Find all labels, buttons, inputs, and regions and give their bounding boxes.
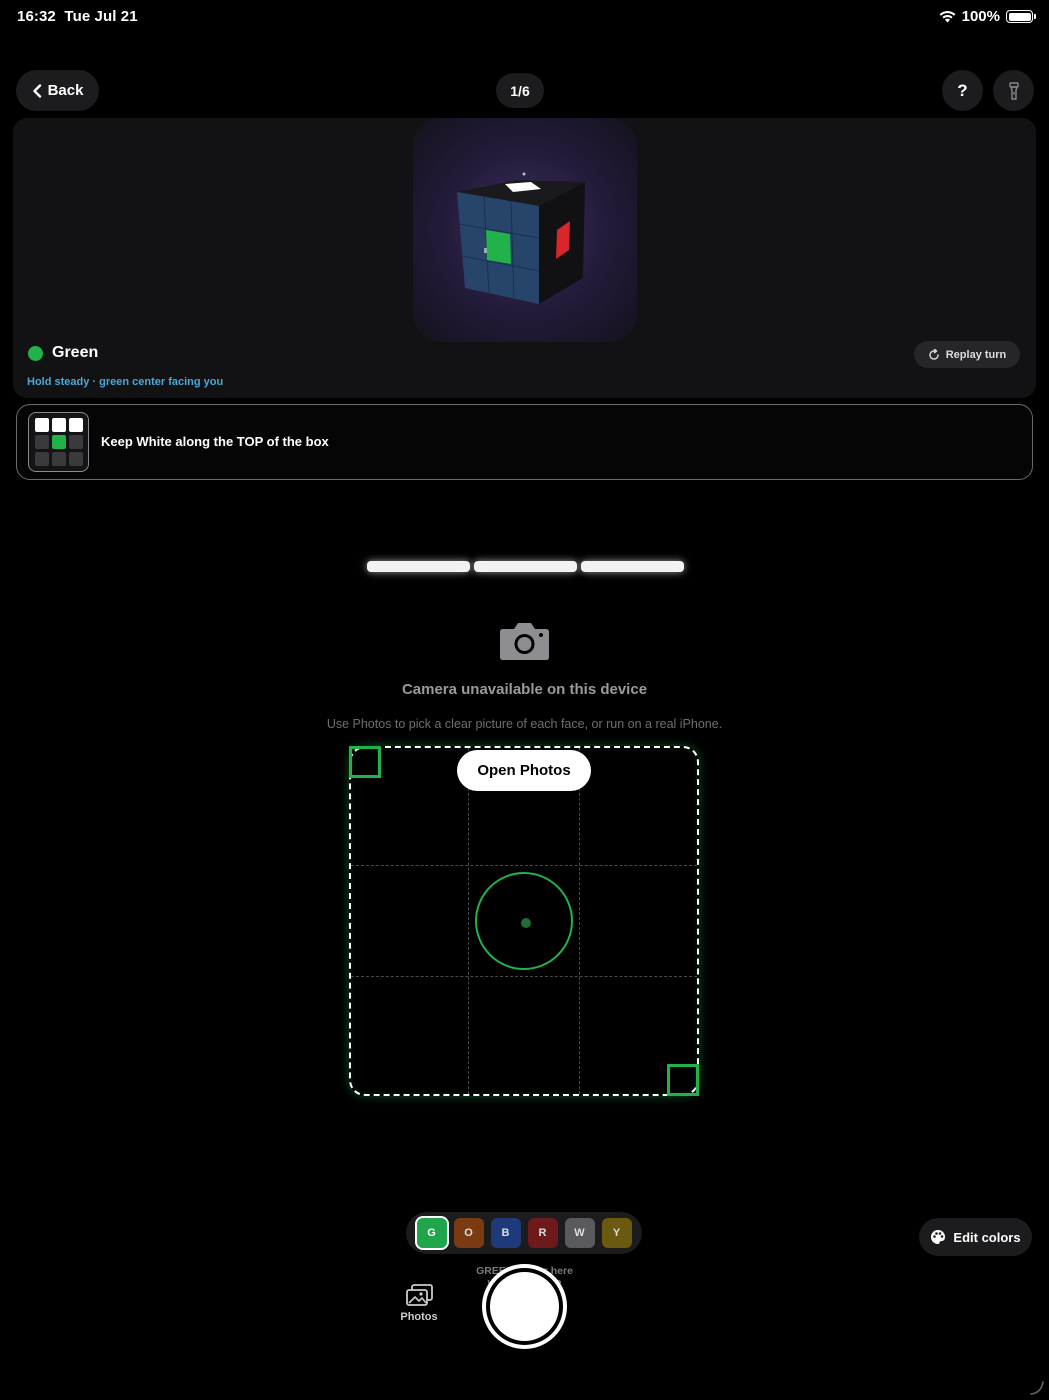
tip-text: Keep White along the TOP of the box [101, 434, 329, 449]
progress-segment [367, 561, 470, 572]
shutter-inner [490, 1272, 559, 1341]
face-color-dot [28, 345, 43, 361]
scan-progress [367, 561, 684, 572]
battery-icon [1006, 10, 1036, 23]
resize-corner-icon [1030, 1381, 1044, 1395]
replay-turn-button[interactable]: Replay turn [914, 341, 1020, 368]
orientation-grid-icon [28, 412, 89, 472]
grid-sticker [51, 418, 66, 432]
grid-sticker [68, 418, 83, 432]
chevron-left-icon [32, 83, 41, 98]
grid-line [351, 976, 697, 977]
status-time: 16:32 Tue Jul 21 [17, 8, 138, 25]
grid-line [351, 865, 697, 866]
face-title-row: Green [28, 344, 98, 362]
cube-illustration [457, 172, 585, 304]
replay-label: Replay turn [945, 348, 1007, 361]
color-swatch-y[interactable]: Y [601, 1218, 632, 1248]
grid-line [579, 748, 580, 1094]
face-instruction: Hold steady · green center facing you [27, 376, 224, 388]
flashlight-icon [1008, 81, 1019, 100]
grid-sticker [34, 452, 49, 466]
date: Tue Jul 21 [64, 8, 138, 25]
step-indicator: 1/6 [496, 73, 544, 108]
wifi-icon [939, 11, 956, 23]
grid-sticker [68, 435, 83, 449]
camera-unavailable-subtitle: Use Photos to pick a clear picture of ea… [326, 717, 723, 731]
photos-label: Photos [400, 1311, 438, 1323]
status-bar: 16:32 Tue Jul 21 100% [0, 0, 1049, 34]
replay-icon [929, 348, 939, 360]
help-label: ? [957, 80, 968, 100]
edit-colors-button[interactable]: Edit colors [919, 1218, 1032, 1256]
flashlight-button[interactable] [993, 70, 1034, 111]
scan-frame [349, 746, 699, 1096]
battery-percent: 100% [961, 8, 1000, 25]
edit-colors-label: Edit colors [953, 1229, 1021, 1245]
shutter-button[interactable] [482, 1264, 567, 1349]
help-button[interactable]: ? [942, 70, 983, 111]
color-swatch-b[interactable]: B [490, 1218, 521, 1248]
color-swatch-g[interactable]: G [414, 1216, 449, 1250]
grid-sticker [68, 452, 83, 466]
color-swatch-bar: GOBRWY [406, 1212, 642, 1254]
grid-sticker [34, 435, 49, 449]
grid-sticker [34, 418, 49, 432]
open-photos-button[interactable]: Open Photos [457, 750, 591, 791]
cube-preview [413, 118, 637, 342]
grid-sticker [51, 452, 66, 466]
color-swatch-o[interactable]: O [453, 1218, 484, 1248]
camera-unavailable-title: Camera unavailable on this device [401, 681, 648, 698]
progress-segment [474, 561, 577, 572]
center-dot [521, 918, 531, 928]
face-name: Green [52, 344, 99, 361]
orientation-tip: Keep White along the TOP of the box [16, 404, 1033, 480]
photos-icon [405, 1284, 433, 1306]
photos-button[interactable]: Photos [394, 1284, 444, 1330]
palette-icon [931, 1230, 946, 1244]
color-swatch-w[interactable]: W [564, 1218, 595, 1248]
clock: 16:32 [17, 8, 56, 25]
corner-marker-top-left [349, 746, 381, 778]
hero-panel: Green Hold steady · green center facing … [13, 118, 1036, 398]
back-button[interactable]: Back [16, 70, 99, 111]
corner-marker-bottom-right [667, 1064, 699, 1096]
grid-sticker [51, 435, 66, 449]
grid-line [468, 748, 469, 1094]
progress-segment [581, 561, 684, 572]
camera-icon [500, 623, 549, 660]
color-swatch-r[interactable]: R [527, 1218, 558, 1248]
status-right: 100% [939, 8, 1036, 25]
back-label: Back [47, 82, 84, 99]
center-target [475, 872, 573, 970]
